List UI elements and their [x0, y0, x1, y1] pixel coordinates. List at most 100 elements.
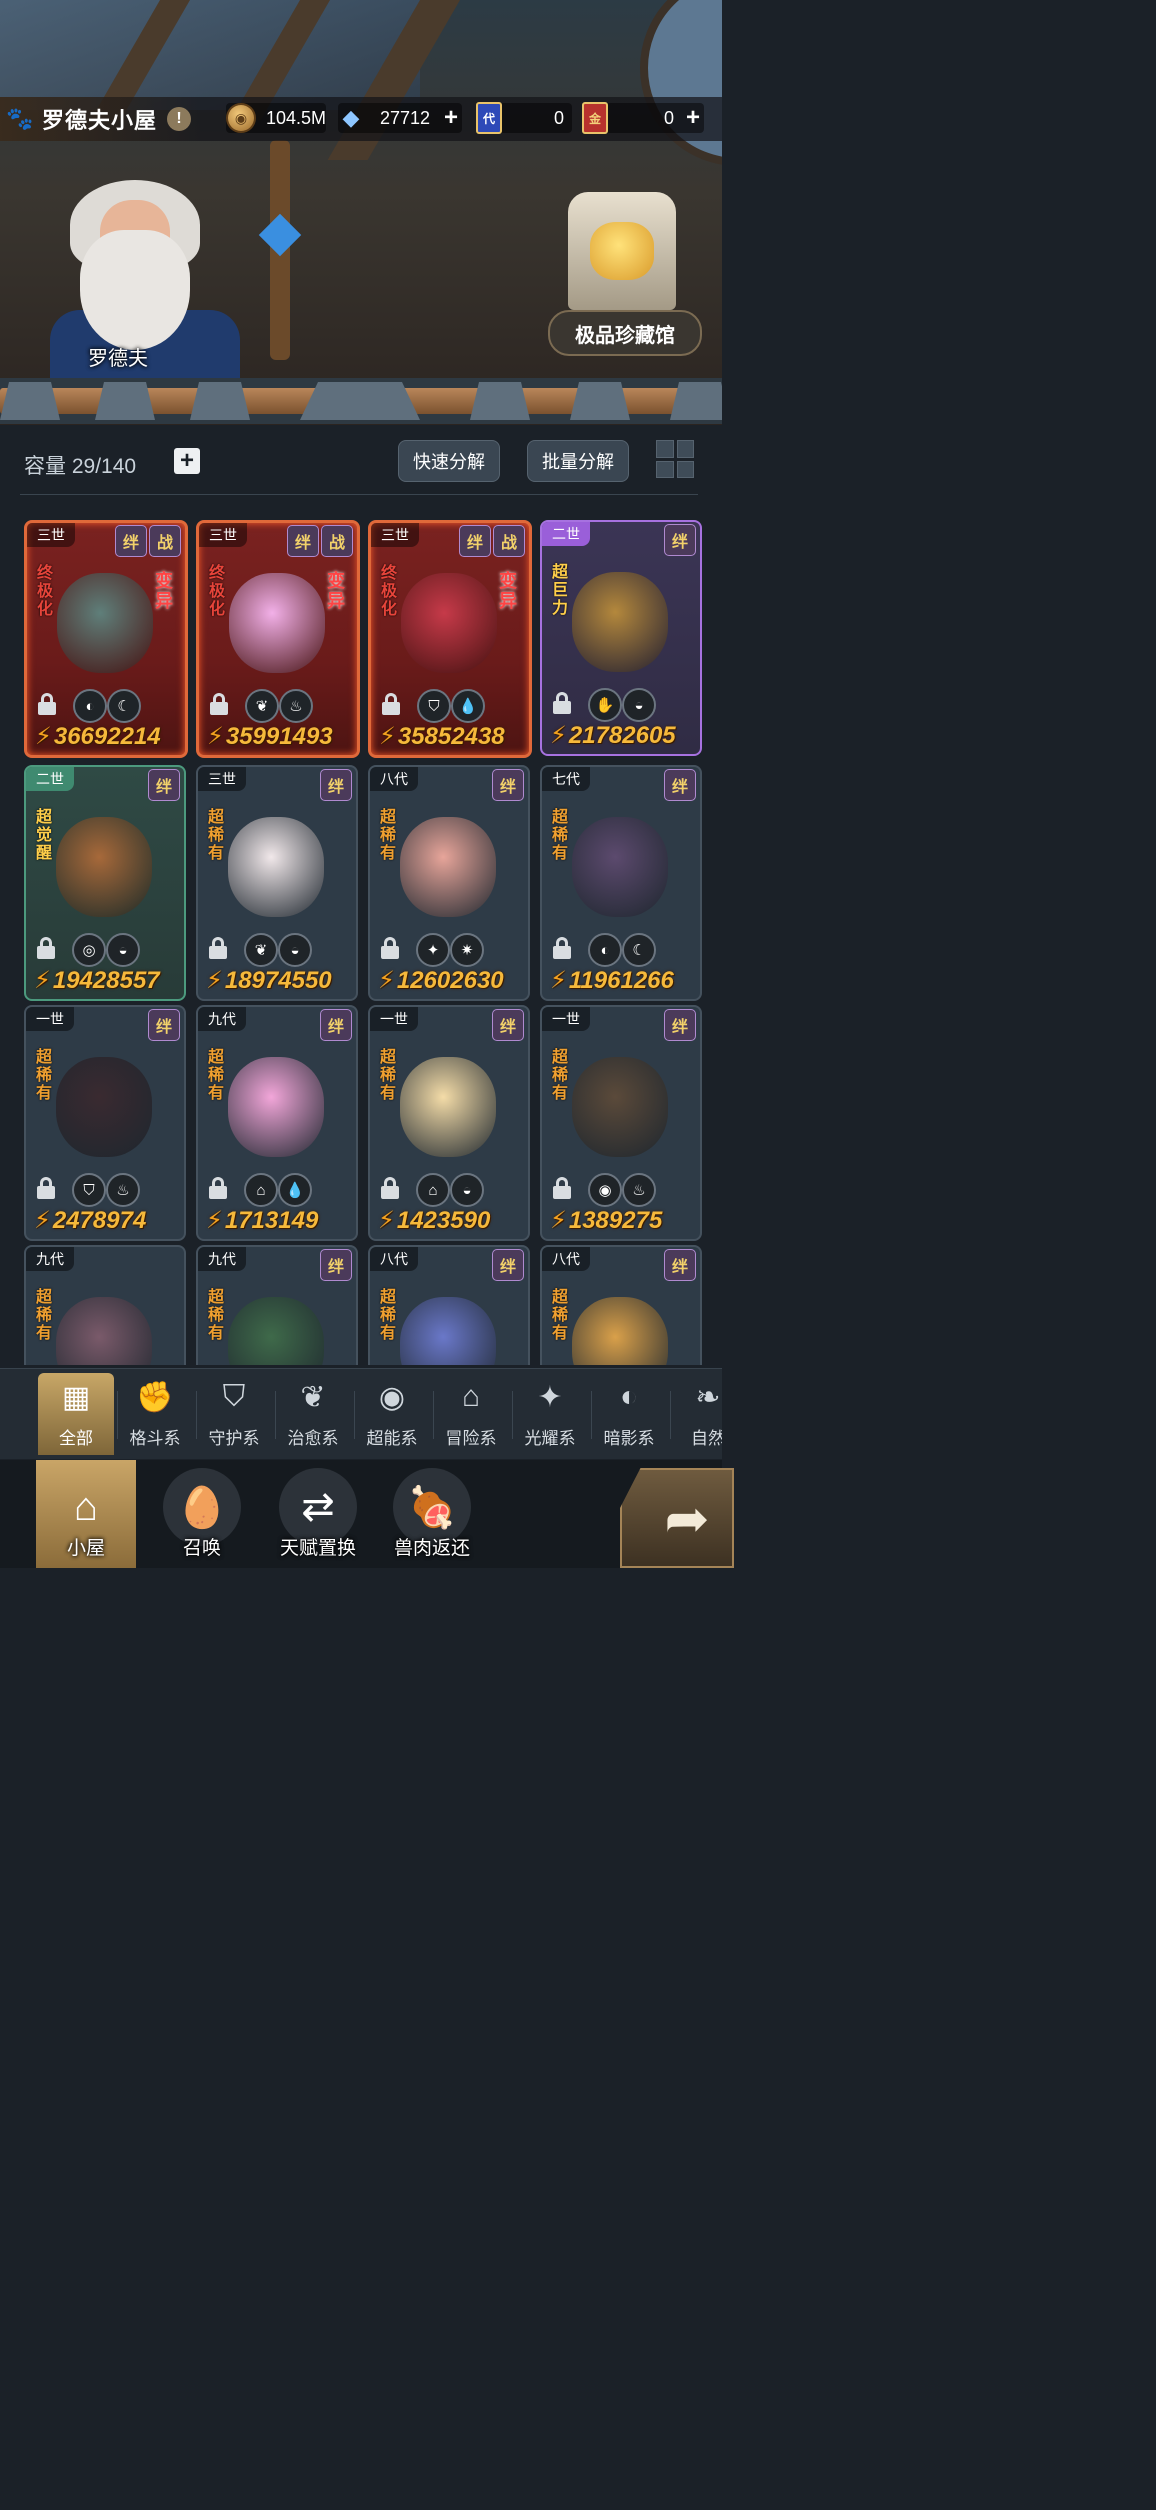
power-number: 35991493: [225, 723, 333, 750]
gold-coin-icon: ◉: [226, 103, 256, 133]
generation-badge: 八代: [370, 767, 418, 791]
power-icon: ⚡: [378, 967, 395, 994]
rodolf-npc[interactable]: [40, 140, 302, 390]
power-icon: ⚡: [34, 967, 51, 994]
filter-5[interactable]: ⌂ 冒险系: [433, 1373, 509, 1455]
pet-portrait: [572, 1297, 668, 1365]
pet-card[interactable]: 一世绊超稀有 ⌂ ◒ ⚡1423590: [368, 1005, 530, 1241]
lock-icon[interactable]: [381, 693, 401, 715]
lock-icon[interactable]: [552, 1177, 572, 1199]
add-crystal-button[interactable]: +: [440, 104, 462, 131]
pet-card[interactable]: 三世绊战终极化 变异 ❦ ♨ ⚡35991493: [196, 520, 360, 758]
lock-icon[interactable]: [209, 693, 229, 715]
power-icon: ⚡: [207, 723, 224, 750]
element-icon: ♨: [106, 1173, 140, 1207]
pet-card[interactable]: 八代 绊超稀有: [368, 1245, 530, 1365]
pet-card[interactable]: 一世绊超稀有 ⛉ ♨ ⚡2478974: [24, 1005, 186, 1241]
power-icon: ⚡: [34, 1207, 51, 1234]
attic-window: [0, 0, 420, 110]
nav-1[interactable]: 🥚 召唤: [150, 1460, 254, 1568]
filter-0[interactable]: ▦ 全部: [38, 1373, 114, 1455]
lock-icon[interactable]: [380, 937, 400, 959]
pet-card[interactable]: 二世绊超巨力 ✋ ◒ ⚡21782605: [540, 520, 702, 756]
museum-trophy-icon[interactable]: [568, 192, 676, 310]
generation-badge: 八代: [542, 1247, 590, 1271]
filter-separator: [433, 1391, 434, 1439]
red-ticket-icon: 金: [582, 102, 608, 134]
power-number: 11961266: [568, 967, 674, 994]
museum-button[interactable]: 极品珍藏馆: [548, 310, 702, 356]
battle-tag: 战: [321, 525, 353, 557]
storage-controls: 容量 29/140 + 快速分解 批量分解: [0, 438, 722, 490]
pet-card[interactable]: 九代绊超稀有 ⌂ 💧 ⚡1713149: [196, 1005, 358, 1241]
power-icon: ⚡: [35, 723, 52, 750]
lock-icon[interactable]: [37, 693, 57, 715]
bottom-nav: ⌂ 小屋 🥚 召唤 ⇄ 天赋置换 🍖 兽肉返还: [0, 1460, 722, 1568]
filter-4[interactable]: ◉ 超能系: [354, 1373, 430, 1455]
pet-card[interactable]: 九代 绊超稀有: [196, 1245, 358, 1365]
power-number: 19428557: [52, 967, 160, 994]
power-number: 1713149: [224, 1207, 319, 1234]
crystal-icon: ◆: [342, 105, 360, 130]
lock-icon[interactable]: [36, 1177, 56, 1199]
pet-card[interactable]: 三世绊超稀有 ❦ ◒ ⚡18974550: [196, 765, 358, 1001]
generation-badge: 一世: [542, 1007, 590, 1031]
pet-portrait: [401, 573, 497, 673]
nav-label: 小屋: [66, 1538, 105, 1559]
bond-tag: 绊: [664, 769, 696, 801]
quick-decompose-button[interactable]: 快速分解: [398, 440, 500, 482]
element-icon: ♨: [279, 689, 313, 723]
filter-separator: [591, 1391, 592, 1439]
ledge-stone: [670, 382, 722, 420]
lock-icon[interactable]: [208, 1177, 228, 1199]
filter-3[interactable]: ❦ 治愈系: [275, 1373, 351, 1455]
pet-card[interactable]: 七代绊超稀有 ◐ ☾ ⚡11961266: [540, 765, 702, 1001]
pet-card[interactable]: 三世绊战终极化 变异 ⛉ 💧 ⚡35852438: [368, 520, 532, 758]
nav-0[interactable]: ⌂ 小屋: [36, 1460, 136, 1568]
gold-value: 104.5M: [265, 107, 326, 128]
nav-2[interactable]: ⇄ 天赋置换: [266, 1460, 370, 1568]
pet-card[interactable]: 一世绊超稀有 ◉ ♨ ⚡1389275: [540, 1005, 702, 1241]
lock-icon[interactable]: [552, 937, 572, 959]
nav-3[interactable]: 🍖 兽肉返还: [380, 1460, 484, 1568]
pet-card[interactable]: 二世绊超觉醒 ◎ ◒ ⚡19428557: [24, 765, 186, 1001]
element-icon: ◒: [450, 1173, 484, 1207]
filter-7[interactable]: ◐ 暗影系: [591, 1373, 667, 1455]
bond-tag: 绊: [287, 525, 319, 557]
wooden-ledge: [0, 378, 722, 424]
add-red-ticket-button[interactable]: +: [682, 104, 704, 131]
generation-badge: 一世: [26, 1007, 74, 1031]
rarity-label: 超稀有: [380, 1289, 397, 1342]
lock-icon[interactable]: [380, 1177, 400, 1199]
power-value: ⚡21782605: [550, 721, 676, 750]
filter-8[interactable]: ❧ 自然: [670, 1373, 722, 1455]
rarity-label: 超巨力: [552, 564, 569, 617]
filter-1[interactable]: ✊ 格斗系: [117, 1373, 193, 1455]
batch-decompose-button[interactable]: 批量分解: [527, 440, 629, 482]
next-arrow-button[interactable]: ➦: [620, 1468, 734, 1568]
filter-6[interactable]: ✦ 光耀系: [512, 1373, 588, 1455]
element-icon: ◉: [588, 1173, 622, 1207]
pet-card[interactable]: 八代 绊超稀有: [540, 1245, 702, 1365]
expand-capacity-button[interactable]: +: [174, 447, 200, 474]
rarity-label: 超稀有: [380, 1049, 397, 1102]
grid-view-icon[interactable]: [656, 440, 694, 478]
filter-label: 守护系: [208, 1429, 260, 1448]
pet-card[interactable]: 九代 超稀有: [24, 1245, 186, 1365]
pet-card[interactable]: 三世绊战终极化 变异 ◐ ☾ ⚡36692214: [24, 520, 188, 758]
element-icon: ❦: [245, 689, 279, 723]
pet-card[interactable]: 八代绊超稀有 ✦ ✷ ⚡12602630: [368, 765, 530, 1001]
power-number: 21782605: [568, 722, 676, 749]
info-icon[interactable]: !: [167, 107, 192, 131]
ledge-stone: [0, 382, 60, 420]
lock-icon[interactable]: [552, 692, 572, 714]
filter-2[interactable]: ⛉ 守护系: [196, 1373, 272, 1455]
lock-icon[interactable]: [36, 937, 56, 959]
red-ticket-resource: 金 0 +: [582, 102, 704, 134]
element-icon: ✦: [416, 933, 450, 967]
power-value: ⚡35991493: [207, 722, 333, 751]
power-number: 35852438: [397, 723, 505, 750]
filter-label: 治愈系: [287, 1429, 339, 1448]
power-value: ⚡36692214: [35, 722, 161, 751]
lock-icon[interactable]: [208, 937, 228, 959]
